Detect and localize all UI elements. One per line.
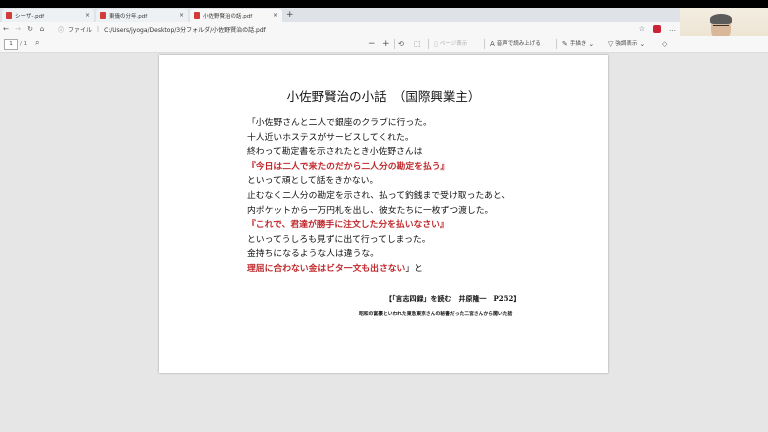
zoom-out-button[interactable]: − bbox=[368, 38, 376, 50]
document-body: 「小佐野さんと二人で銀座のクラブに行った。 十人近いホステスがサービスしてくれた… bbox=[247, 116, 587, 277]
tab-togi-pdf[interactable]: 東儀の分年.pdf × bbox=[96, 9, 188, 22]
zoom-in-button[interactable]: + bbox=[382, 38, 390, 50]
favorite-icon[interactable]: ☆ bbox=[639, 25, 645, 33]
forward-icon[interactable]: → bbox=[12, 25, 24, 33]
pdf-icon bbox=[100, 12, 106, 19]
address-actions: ☆ … bbox=[639, 22, 676, 36]
page-view-icon: ▯ bbox=[434, 40, 438, 48]
toolbar-divider bbox=[484, 39, 485, 49]
highlight-label: 強調表示 bbox=[615, 41, 638, 47]
highlighted-quote: 『これで、君達が勝手に注文した分を払いなさい』 bbox=[247, 220, 449, 231]
read-aloud-icon: A bbox=[490, 40, 495, 48]
page-view-button[interactable]: ▯ ページ表示 bbox=[434, 39, 467, 49]
body-line: 内ポケットから一万円札を出し、彼女たちに一枚ずつ渡した。 bbox=[247, 205, 494, 216]
document-viewport[interactable]: 小佐野賢治の小話 （国際興業主） 「小佐野さんと二人で銀座のクラブに行った。 十… bbox=[0, 53, 768, 432]
close-icon[interactable]: × bbox=[179, 12, 184, 19]
body-line: 十人近いホステスがサービスしてくれた。 bbox=[247, 132, 414, 143]
toolbar-divider bbox=[428, 39, 429, 49]
body-line: 金持ちになるような人は違うな。 bbox=[247, 249, 379, 260]
close-icon[interactable]: × bbox=[273, 12, 278, 19]
page-number-input[interactable]: 1 bbox=[4, 39, 18, 50]
rotate-icon: ⟲ bbox=[398, 40, 404, 48]
pdf-icon bbox=[194, 12, 200, 19]
new-tab-button[interactable]: + bbox=[286, 9, 294, 22]
highlighted-moral: 理屈に合わない金はビタ一文も出さない bbox=[247, 263, 406, 274]
document-title: 小佐野賢治の小話 （国際興業主） bbox=[286, 89, 481, 104]
pdf-toolbar: 1 / 1 ⌕ − + ⟲ ⬚ ▯ ページ表示 A 音声で読み上げる ✎ 手描き… bbox=[0, 36, 768, 53]
chevron-down-icon: ⌄ bbox=[639, 40, 646, 48]
tab-label: シーザ-.pdf bbox=[15, 13, 45, 20]
eraser-icon: ◇ bbox=[662, 40, 668, 48]
draw-label: 手描き bbox=[569, 41, 587, 47]
toolbar-divider bbox=[556, 39, 557, 49]
presenter-hair bbox=[710, 14, 732, 24]
screen: シーザ-.pdf × 東儀の分年.pdf × 小佐野賢治の話.pdf × + ←… bbox=[0, 0, 768, 432]
address-bar: ← → ↻ ⌂ ⓘ ファイル | C:/Users/jyoga/Desktop/… bbox=[0, 22, 680, 36]
body-line: 終わって勘定書を示されたとき小佐野さんは bbox=[247, 147, 423, 158]
body-line: 「小佐野さんと二人で銀座のクラブに行った。 bbox=[247, 118, 432, 128]
read-aloud-button[interactable]: A 音声で読み上げる bbox=[490, 39, 541, 49]
chevron-down-icon: ⌄ bbox=[588, 40, 595, 48]
back-icon[interactable]: ← bbox=[0, 25, 12, 33]
pdf-icon bbox=[6, 12, 12, 19]
body-line-final: 理屈に合わない金はビタ一文も出さない」と bbox=[247, 262, 587, 277]
fit-page-icon: ⬚ bbox=[414, 40, 421, 48]
letterbox-bar bbox=[0, 0, 768, 8]
presenter-glasses bbox=[713, 25, 729, 30]
page-view-label: ページ表示 bbox=[439, 41, 468, 47]
highlighted-quote: 『今日は二人で来たのだから二人分の勘定を払う』 bbox=[247, 161, 450, 172]
rotate-button[interactable]: ⟲ bbox=[398, 39, 404, 49]
page-total: / 1 bbox=[20, 41, 28, 47]
extension-icon[interactable] bbox=[653, 25, 661, 33]
info-icon[interactable]: ⓘ bbox=[58, 25, 64, 34]
refresh-icon[interactable]: ↻ bbox=[24, 25, 36, 33]
read-aloud-label: 音声で読み上げる bbox=[496, 41, 541, 47]
tab-label: 小佐野賢治の話.pdf bbox=[203, 13, 253, 20]
draw-icon: ✎ bbox=[562, 40, 568, 48]
erase-button[interactable]: ◇ bbox=[662, 39, 667, 49]
draw-button[interactable]: ✎ 手描き ⌄ bbox=[562, 39, 594, 49]
close-icon[interactable]: × bbox=[85, 12, 90, 19]
highlight-button[interactable]: ▽ 強調表示 ⌄ bbox=[608, 39, 645, 49]
search-icon[interactable]: ⌕ bbox=[35, 38, 39, 48]
body-line: といって頑として話をきかない。 bbox=[247, 176, 379, 187]
body-line: 止むなく二人分の勘定を示され、払って釣銭まで受け取ったあと、 bbox=[247, 190, 511, 201]
pdf-page: 小佐野賢治の小話 （国際興業主） 「小佐野さんと二人で銀座のクラブに行った。 十… bbox=[159, 55, 608, 373]
closing-quote: 」と bbox=[405, 263, 423, 274]
body-line: といってうしろも見ずに出て行ってしまった。 bbox=[247, 234, 431, 245]
address-separator: | bbox=[97, 25, 100, 33]
toolbar-divider bbox=[394, 39, 395, 49]
citation: 【「言志四録」を読む 井原隆一 P252】 bbox=[385, 294, 521, 303]
home-icon[interactable]: ⌂ bbox=[36, 25, 48, 33]
scheme-label: ファイル bbox=[68, 26, 93, 34]
more-icon[interactable]: … bbox=[669, 25, 676, 33]
tab-label: 東儀の分年.pdf bbox=[109, 13, 148, 20]
tab-osano-pdf[interactable]: 小佐野賢治の話.pdf × bbox=[190, 9, 282, 22]
highlight-icon: ▽ bbox=[608, 40, 614, 48]
tab-caesar-pdf[interactable]: シーザ-.pdf × bbox=[2, 9, 94, 22]
tab-strip: シーザ-.pdf × 東儀の分年.pdf × 小佐野賢治の話.pdf × + bbox=[0, 8, 680, 22]
source-note: 昭和の富豪といわれた東急東京さんの秘書だった二宮さんから聞いた話 bbox=[359, 311, 513, 317]
url-field[interactable]: C:/Users/jyoga/Desktop/3分フォルダ/小佐野賢治の話.pd… bbox=[104, 25, 266, 34]
fit-page-button[interactable]: ⬚ bbox=[414, 39, 421, 49]
